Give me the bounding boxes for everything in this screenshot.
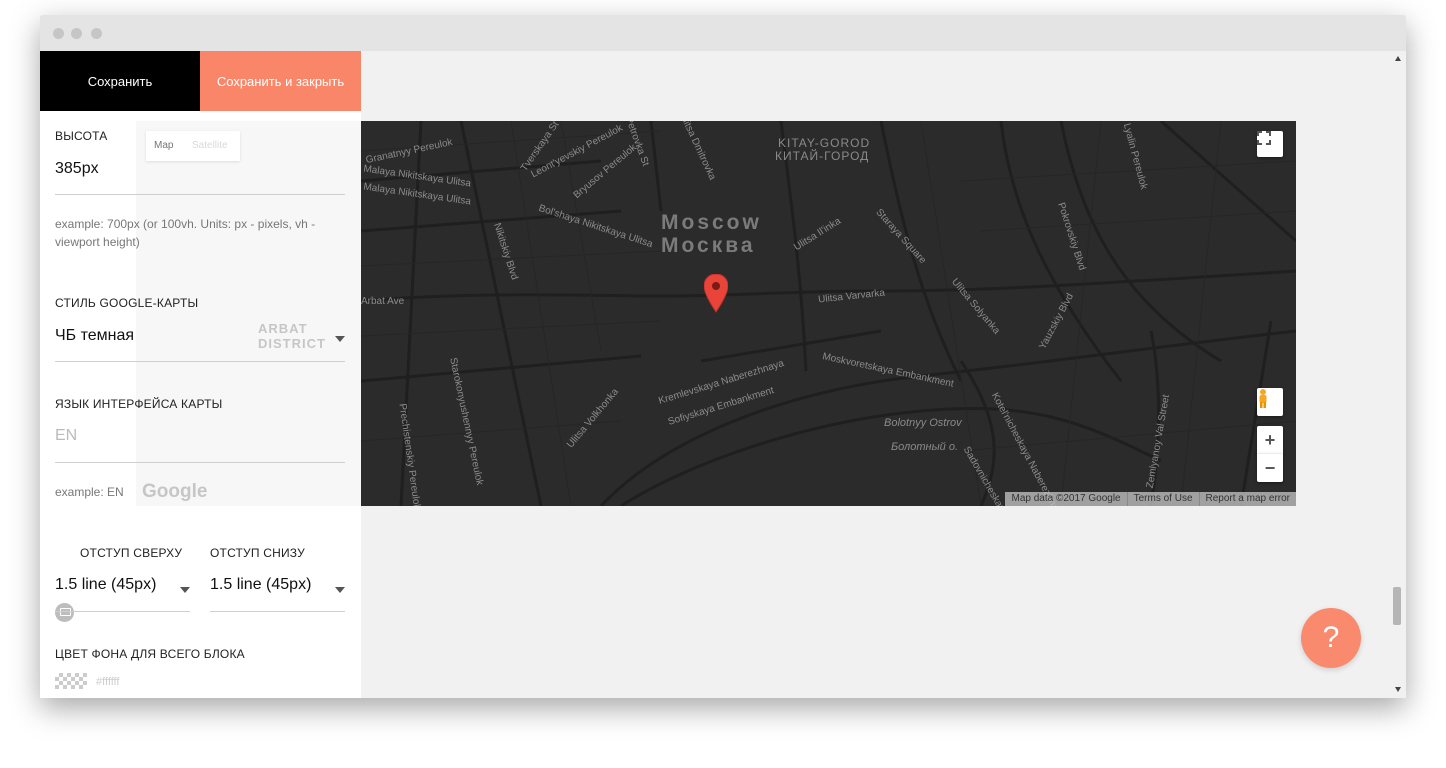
padding-bottom-select[interactable]: 1.5 line (45px) [210,576,311,594]
report-map-error-link[interactable]: Report a map error [1198,492,1296,506]
padding-bottom-underline [210,611,345,612]
color-swatch[interactable] [55,673,87,689]
background-color-input[interactable]: #ffffff [96,673,376,691]
save-and-close-button[interactable]: Сохранить и закрыть [200,51,361,111]
district-label-en: KITAY-GOROD [778,136,871,150]
scrollbar-thumb[interactable] [1393,587,1401,625]
map-marker-icon[interactable] [704,274,728,314]
map-language-underline [55,462,345,463]
map-attribution: Map data ©2017 Google Terms of Use Repor… [1005,492,1296,506]
editor-content: Сохранить Сохранить и закрыть Map Satell… [40,51,1406,698]
fullscreen-icon [1257,131,1271,145]
window-minimize-dot[interactable] [71,28,82,39]
window-maximize-dot[interactable] [91,28,102,39]
scroll-down-arrow-icon[interactable] [1395,687,1401,692]
map-style-underline [55,361,345,362]
height-input-underline [55,194,345,195]
chevron-down-icon[interactable] [335,336,345,342]
background-color-label: Цвет фона для всего блока [55,647,245,661]
browser-window: Сохранить Сохранить и закрыть Map Satell… [40,15,1406,698]
chevron-down-icon[interactable] [180,587,190,593]
height-hint: example: 700px (or 100vh. Units: px - pi… [55,217,316,249]
terms-of-use-link[interactable]: Terms of Use [1126,492,1199,506]
zoom-in-button[interactable]: + [1257,426,1283,454]
window-close-dot[interactable] [53,28,64,39]
google-map[interactable]: Moscow Москва KITAY-GOROD КИТАЙ-ГОРОД Bo… [361,121,1296,506]
map-style-select[interactable]: ЧБ темная [55,327,134,345]
settings-panel: Map Satellite ARBAT DISTRICT Google Высо… [40,111,361,698]
height-input[interactable]: 385px [55,160,99,178]
monitor-icon[interactable] [55,603,74,622]
street-label: Arbat Ave [361,296,405,307]
height-label: Высота [55,129,108,143]
map-tab-label: Map [154,140,174,151]
city-label-ru: Москва [661,234,756,257]
padding-top-select[interactable]: 1.5 line (45px) [55,576,156,594]
map-data-credit: Map data ©2017 Google [1011,493,1121,504]
padding-top-label: Отступ сверху [80,546,183,560]
padding-top-underline [55,611,190,612]
chevron-down-icon[interactable] [335,587,345,593]
pegman-icon [1259,389,1267,408]
satellite-tab-label: Satellite [192,140,228,151]
map-language-label: Язык интерфейса карты [55,397,223,411]
map-language-hint: example: EN [55,485,124,499]
map-style-label: Стиль Google-карты [55,296,199,310]
fullscreen-button[interactable] [1257,131,1283,157]
island-label-ru: Болотный о. [891,441,959,453]
save-button[interactable]: Сохранить [40,51,200,111]
padding-bottom-label: Отступ снизу [210,546,305,560]
window-titlebar [40,15,1406,51]
city-label-en: Moscow [661,211,762,234]
map-language-input[interactable]: EN [55,427,77,445]
ghost-district-label: ARBAT DISTRICT [258,321,326,351]
zoom-out-button[interactable]: − [1257,454,1283,482]
street-view-pegman[interactable] [1257,388,1283,416]
help-button[interactable]: ? [1301,608,1361,668]
map-type-tabs: Map Satellite [146,131,240,161]
district-label-ru: КИТАЙ-ГОРОД [775,149,870,163]
map-preview-ghost: Map Satellite ARBAT DISTRICT Google [136,121,361,506]
island-label-en: Bolotnyy Ostrov [884,417,962,429]
scroll-up-arrow-icon[interactable] [1395,56,1401,61]
